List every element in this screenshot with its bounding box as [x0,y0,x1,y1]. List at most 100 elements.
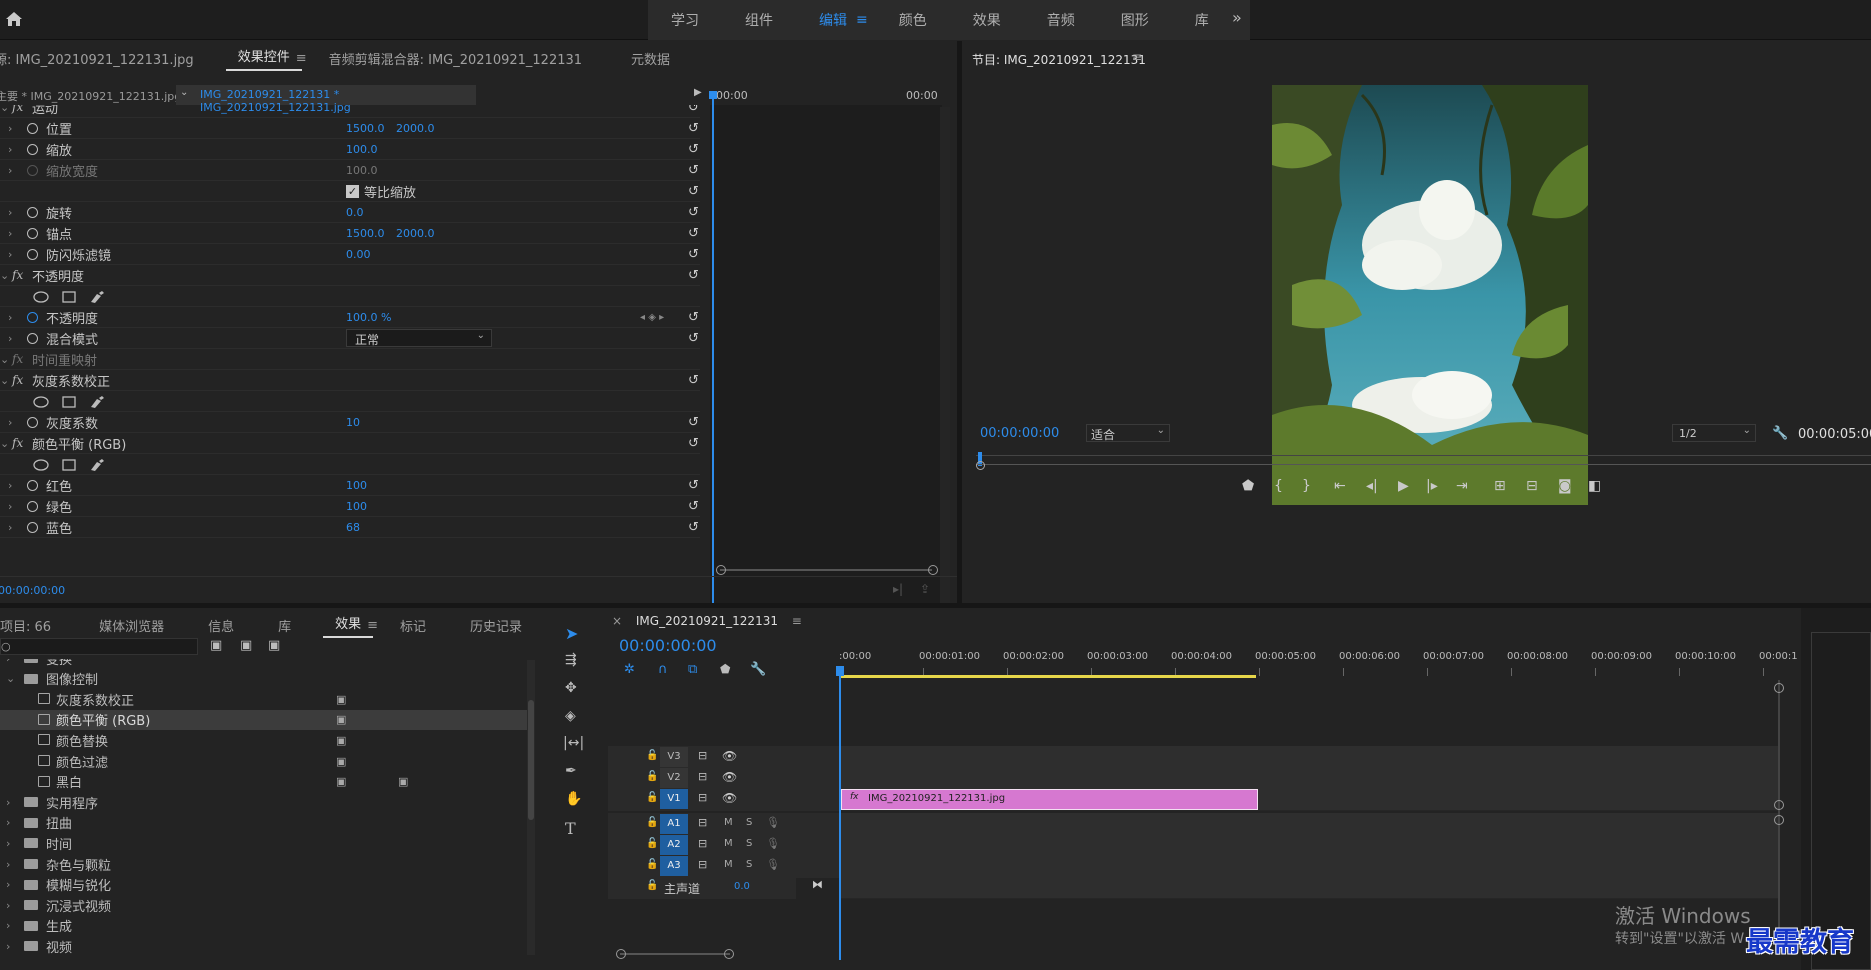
audio-track-lane[interactable] [839,855,1779,878]
property-value-2[interactable]: 2000.0 [396,122,435,135]
stopwatch-icon[interactable] [27,227,38,239]
expand-chevron-icon[interactable]: ⌄ [0,374,9,387]
lift-icon[interactable]: ⊞ [1494,478,1506,494]
workspace-tab-assembly[interactable]: 组件 [722,10,796,30]
expand-chevron-icon[interactable]: › [6,659,10,665]
ec-zoom-handle-right[interactable] [928,565,938,575]
type-tool-icon[interactable]: T [565,819,576,838]
tab-effect-controls[interactable]: 效果控件 [225,46,302,71]
lock-icon[interactable]: 🔓 [646,859,658,870]
reset-icon[interactable]: ↺ [688,479,701,492]
timeline-playhead-handle[interactable] [836,666,844,676]
master-skip-icon[interactable]: ⧓ [812,878,823,891]
effects-folder-row[interactable]: › 实用程序 [0,792,530,812]
effects-folder-row[interactable]: › 时间 [0,833,530,853]
razor-tool-icon[interactable]: ◈ [565,708,576,724]
scroll-handle-top[interactable] [1774,683,1784,693]
tab-metadata[interactable]: 元数据 [619,49,682,68]
timeline-playhead[interactable] [839,668,841,960]
scroll-handle-audio[interactable] [1774,815,1784,825]
expand-chevron-icon[interactable]: › [8,311,12,324]
expand-chevron-icon[interactable]: › [8,227,12,240]
reset-icon[interactable]: ↺ [688,164,701,177]
reset-icon[interactable]: ↺ [688,143,701,156]
expand-chevron-icon[interactable]: › [8,479,12,492]
expand-chevron-icon[interactable]: › [6,796,10,809]
timeline-zoom-bar[interactable] [620,953,730,955]
timeline-zoom-handle-right[interactable] [724,949,734,959]
ec-timecode[interactable]: 00:00:00:00 [0,584,65,597]
expand-chevron-icon[interactable]: › [8,416,12,429]
lock-icon[interactable]: 🔓 [646,792,658,803]
add-marker-icon[interactable]: ⬟ [1242,478,1254,494]
expand-chevron-icon[interactable]: › [6,816,10,829]
effect-item-row[interactable]: ▣ 颜色过滤 [0,751,530,771]
sync-lock-icon[interactable]: ⊟ [698,770,707,783]
stopwatch-icon[interactable] [27,206,38,218]
solo-button[interactable]: S [746,859,752,870]
tab-audio-clip-mixer[interactable]: 音频剪辑混合器: IMG_20210921_122131 [317,49,594,68]
solo-button[interactable]: S [746,838,752,849]
video-track-lane[interactable] [839,767,1779,790]
stopwatch-icon[interactable] [27,122,38,134]
expand-chevron-icon[interactable]: › [6,878,10,891]
track-target[interactable]: V3 [660,747,688,767]
tab-media-browser[interactable]: 媒体浏览器 [87,616,176,635]
track-target[interactable]: A1 [660,814,688,834]
ec-time-ruler[interactable]: 00:00 00:00 [710,85,942,105]
program-zoom-bar[interactable] [976,464,1871,465]
master-track-lane[interactable] [839,876,1779,899]
expand-chevron-icon[interactable]: ⌄ [0,105,9,114]
reset-icon[interactable]: ↺ [688,122,701,135]
tab-project[interactable]: 项目: 66 [0,616,63,635]
stopwatch-icon[interactable] [27,479,38,491]
reset-icon[interactable]: ↺ [688,227,701,240]
pen-tool-icon[interactable]: ✒ [565,763,577,779]
mute-button[interactable]: M [724,817,733,828]
mark-out-icon[interactable]: } [1302,478,1311,494]
expand-chevron-icon[interactable]: › [8,164,12,177]
expand-chevron-icon[interactable]: › [6,837,10,850]
master-clip-label[interactable]: 主要 * IMG_20210921_122131.jpg [0,88,181,104]
sync-lock-icon[interactable]: ⊟ [698,816,707,829]
settings-wrench-icon[interactable]: 🔧 [1772,426,1788,441]
workspace-tab-libraries[interactable]: 库 [1172,10,1232,30]
property-value[interactable]: 68 [346,521,360,534]
mute-button[interactable]: M [724,859,733,870]
mark-in-icon[interactable]: { [1274,478,1283,494]
reset-icon[interactable]: ↺ [688,437,701,450]
microphone-icon[interactable]: 🎙 [766,858,780,871]
lock-icon[interactable]: 🔓 [646,771,658,782]
comparison-view-icon[interactable]: ◧ [1588,478,1601,494]
ec-keyframe-area[interactable] [710,105,942,609]
expand-chevron-icon[interactable]: ⌄ [0,353,9,366]
tab-markers[interactable]: 标记 [388,616,438,635]
workspace-tab-learn[interactable]: 学习 [648,10,722,30]
ec-scrollbar[interactable] [940,107,950,612]
effects-folder-row[interactable]: › 模糊与锐化 [0,875,530,895]
effects-folder-row[interactable]: › 变换 [0,659,530,668]
go-to-in-icon[interactable]: ⇤ [1334,478,1346,494]
fx-toggle-icon[interactable]: fx [12,268,23,282]
blend-mode-select[interactable]: 正常 ⌄ [346,329,492,347]
32bit-effects-icon[interactable]: ▣ [240,638,252,653]
fx-toggle-icon[interactable]: fx [12,373,23,387]
effects-folder-row[interactable]: › 视频 [0,936,530,956]
expand-chevron-icon[interactable]: › [8,122,12,135]
reset-icon[interactable]: ↺ [688,269,701,282]
property-value[interactable]: 100 [346,479,367,492]
share-icon[interactable]: ⇪ [920,582,930,596]
master-volume-value[interactable]: 0.0 [734,881,750,892]
video-track-lane[interactable] [839,746,1779,769]
reset-icon[interactable]: ↺ [688,374,701,387]
effects-folder-row[interactable]: › 沉浸式视频 [0,895,530,915]
property-value[interactable]: 100.0 [346,164,378,177]
track-target[interactable]: A3 [660,856,688,876]
reset-icon[interactable]: ↺ [688,248,701,261]
expand-chevron-icon[interactable]: › [8,248,12,261]
eye-icon[interactable]: 👁 [722,770,737,784]
audio-track-lane[interactable] [839,834,1779,857]
sync-lock-icon[interactable]: ⊟ [698,791,707,804]
expand-chevron-icon[interactable]: › [6,899,10,912]
workspace-tab-audio[interactable]: 音频 [1024,10,1098,30]
